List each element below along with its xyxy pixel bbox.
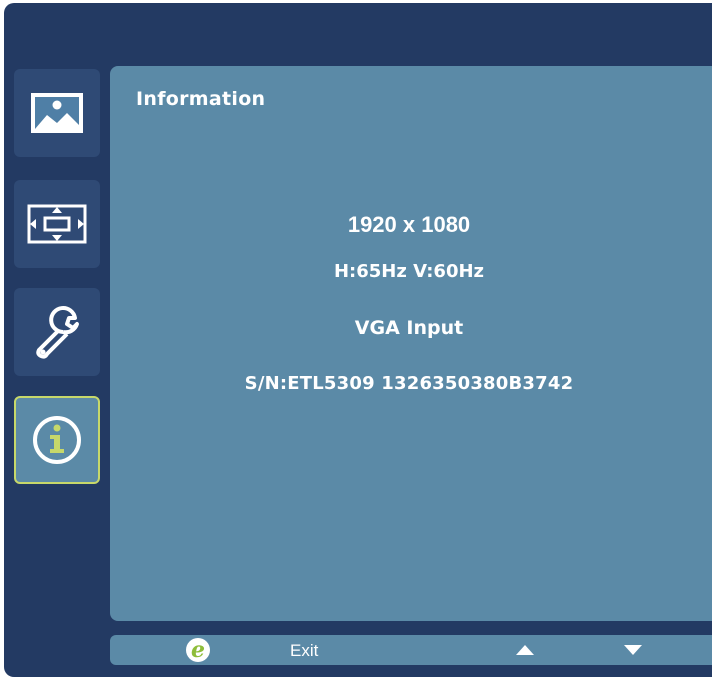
up-arrow-icon[interactable] — [516, 645, 534, 655]
serial-number-value: S/N:ETL5309 1326350380B3742 — [244, 373, 574, 394]
tab-display-position[interactable] — [14, 180, 100, 268]
wrench-icon — [36, 306, 79, 359]
exit-button-label[interactable]: Exit — [290, 641, 318, 661]
input-source-value: VGA Input — [354, 317, 464, 339]
information-panel: Information 1920 x 1080 H:65Hz V:60Hz VG… — [110, 66, 712, 621]
tab-information[interactable] — [14, 396, 100, 484]
down-arrow-icon[interactable] — [624, 645, 642, 655]
tab-picture[interactable] — [14, 69, 100, 157]
svg-text:e: e — [191, 637, 205, 663]
footer-bar: e Exit — [110, 635, 712, 665]
panel-title: Information — [136, 88, 266, 110]
osd-menu: Information 1920 x 1080 H:65Hz V:60Hz VG… — [4, 3, 712, 677]
tab-settings[interactable] — [14, 288, 100, 376]
resolution-value: 1920 x 1080 — [347, 212, 471, 237]
e-logo-icon[interactable]: e — [184, 636, 212, 664]
picture-icon — [31, 93, 83, 133]
display-position-icon — [27, 204, 87, 244]
info-icon — [33, 416, 81, 464]
frequency-value: H:65Hz V:60Hz — [333, 261, 485, 282]
